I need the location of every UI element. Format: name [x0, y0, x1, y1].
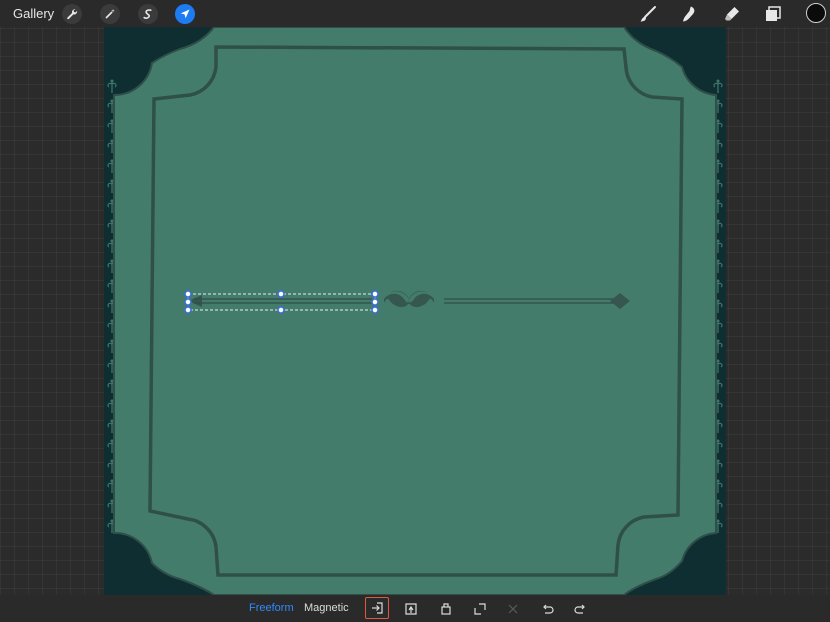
wrench-icon [67, 9, 78, 20]
fit-to-screen-icon [372, 602, 383, 614]
redo-icon [574, 604, 585, 614]
reset-button[interactable] [502, 599, 524, 619]
undo-icon [543, 604, 554, 614]
flip-horizontal-icon [405, 603, 417, 615]
undo-button[interactable] [536, 599, 558, 619]
flip-horizontal-button[interactable] [400, 599, 422, 619]
freeform-mode-button[interactable]: Freeform [249, 602, 294, 614]
redo-button[interactable] [570, 599, 592, 619]
canvas[interactable] [104, 27, 726, 595]
color-button[interactable] [806, 3, 826, 23]
layers-icon [766, 6, 781, 21]
smudge-button[interactable] [679, 4, 699, 24]
selection-icon [143, 9, 152, 19]
eraser-button[interactable] [722, 4, 742, 24]
frame-artwork [107, 27, 723, 595]
gallery-button[interactable]: Gallery [13, 6, 54, 21]
fit-to-screen-button[interactable] [365, 597, 389, 619]
transform-arrow-icon [180, 9, 190, 19]
fit-canvas-button[interactable] [469, 599, 491, 619]
reset-icon [508, 604, 518, 614]
eraser-icon [725, 7, 739, 21]
smudge-icon [683, 6, 695, 22]
rotate-45-icon [441, 603, 451, 615]
fit-canvas-icon [474, 603, 486, 615]
adjustments-button[interactable] [100, 4, 120, 24]
selection-button[interactable] [138, 4, 158, 24]
outer-frame [113, 27, 717, 595]
top-toolbar: Gallery [0, 0, 830, 27]
transform-button[interactable] [175, 4, 195, 24]
actions-button[interactable] [62, 4, 82, 24]
layers-button[interactable] [763, 4, 783, 24]
rotate-45-button[interactable] [435, 599, 457, 619]
magnetic-mode-button[interactable]: Magnetic [304, 602, 349, 614]
brush-icon [640, 6, 656, 22]
magic-wand-icon [105, 9, 115, 19]
brush-button[interactable] [638, 4, 658, 24]
transform-toolbar: Freeform Magnetic [0, 595, 830, 622]
